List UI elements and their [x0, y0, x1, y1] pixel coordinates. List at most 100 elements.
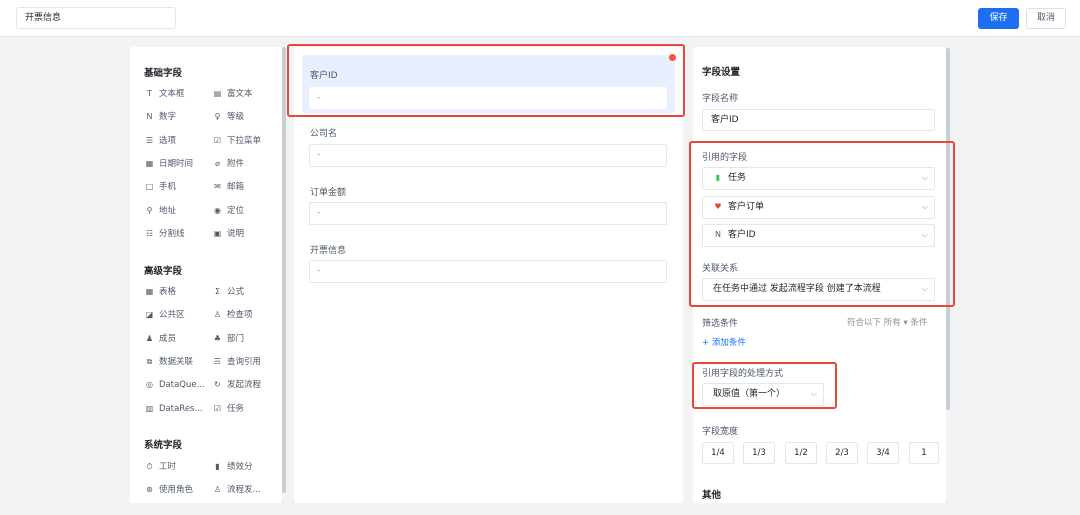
form-title-input[interactable]: 开票信息 [16, 7, 176, 29]
width-label: 字段宽度 [702, 427, 739, 437]
highlight-handling-method [692, 362, 837, 409]
width-option-button[interactable]: 1/3 [743, 442, 775, 464]
location-icon: ◉ [214, 205, 221, 215]
formula-icon: Σ [214, 287, 221, 296]
palette-item[interactable]: ☴ 查询引用 [212, 355, 261, 369]
palette-item[interactable]: ☰ 选项 [144, 134, 176, 148]
palette-item-label: 公共区 [159, 310, 185, 321]
palette-item[interactable]: ⏱ 工时 [144, 460, 176, 474]
palette-item[interactable]: ☑ 任务 [212, 402, 244, 416]
width-option-button[interactable]: 1 [909, 442, 939, 464]
palette-item[interactable]: ⚲ 地址 [144, 204, 176, 218]
highlight-selected-field [287, 44, 685, 117]
palette-item-label: 附件 [227, 158, 245, 169]
palette-item[interactable]: ◉ 定位 [212, 204, 244, 218]
palette-item-label: 等级 [227, 112, 245, 123]
palette-item[interactable]: ▥ DataRes... [144, 402, 203, 416]
cancel-button[interactable]: 取消 [1026, 8, 1066, 29]
width-option-button[interactable]: 1/2 [785, 442, 817, 464]
filter-label: 筛选条件 [702, 319, 739, 329]
palette-item[interactable]: ♟ 成员 [144, 332, 176, 346]
field-input-invoice-info[interactable]: - [309, 260, 667, 283]
calendar-icon: ▦ [145, 158, 154, 168]
palette-item-label: 地址 [159, 205, 177, 216]
left-scrollbar[interactable] [282, 47, 286, 493]
width-option-button[interactable]: 1/4 [702, 442, 734, 464]
palette-item[interactable]: ✉ 邮箱 [212, 180, 244, 194]
palette-item-label: 查询引用 [227, 356, 262, 367]
palette-item-label: 检查项 [227, 310, 253, 321]
flow-starter-icon: ♙ [213, 485, 222, 495]
filter-match-mode[interactable]: 符合以下 所有 ▾ 条件 [847, 316, 927, 328]
palette-item-label: 公式 [227, 287, 245, 297]
palette-item-label: 数据关联 [159, 356, 194, 367]
role-icon: ⊛ [146, 485, 153, 495]
palette-item[interactable]: ▦ 表格 [144, 285, 176, 299]
palette-item[interactable]: Σ 公式 [212, 285, 244, 299]
attachment-icon: ⌀ [215, 158, 220, 168]
palette-item-label: 绩效分 [227, 462, 253, 472]
other-section-title: 其他 [702, 490, 722, 501]
field-input-order-amount[interactable]: - [309, 202, 667, 225]
palette-item-label: 选项 [159, 135, 177, 146]
department-icon: ♣ [213, 333, 222, 343]
palette-item[interactable]: ▮ 绩效分 [212, 460, 253, 474]
task-icon: ☑ [213, 403, 222, 413]
field-label-company: 公司名 [310, 129, 338, 139]
address-icon: ⚲ [146, 205, 153, 215]
field-palette: 基础字段 高级字段 系统字段 T 文本框 ▤ 富文本 N 数字 ♀ 等级 ☰ 选项 ☑ 下拉菜单 ▦ 日期… [130, 47, 282, 503]
palette-item-label: 邮箱 [227, 182, 245, 193]
palette-item-label: 文本框 [159, 89, 185, 99]
palette-item[interactable]: ↻ 发起流程 [212, 378, 261, 392]
palette-item[interactable]: ◎ DataQue... [144, 378, 205, 392]
checklist-icon: ♙ [213, 310, 222, 320]
width-option-button[interactable]: 3/4 [867, 442, 899, 464]
palette-item[interactable]: ♣ 部门 [212, 332, 244, 346]
width-option-button[interactable]: 2/3 [826, 442, 858, 464]
field-name-label: 字段名称 [702, 94, 739, 104]
palette-item-label: 发起流程 [227, 380, 262, 391]
palette-item[interactable]: N 数字 [144, 110, 177, 124]
palette-item[interactable]: ▦ 日期时间 [144, 157, 193, 171]
add-condition-button[interactable]: + 添加条件 [702, 336, 746, 348]
palette-item-label: 下拉菜单 [227, 135, 262, 146]
palette-item-label: 数字 [159, 112, 177, 123]
field-label-order-amount: 订单金额 [310, 188, 347, 198]
dropdown-icon: ☑ [213, 135, 222, 145]
palette-item[interactable]: ♙ 流程发... [212, 483, 261, 497]
palette-item-label: DataRes... [159, 403, 203, 414]
palette-item[interactable]: ♙ 检查项 [212, 308, 253, 322]
palette-item-label: 富文本 [227, 89, 253, 99]
palette-item[interactable]: ♀ 等级 [212, 110, 244, 124]
palette-item-label: 日期时间 [159, 158, 194, 169]
public-area-icon: ◪ [145, 310, 154, 320]
save-button[interactable]: 保存 [978, 8, 1019, 29]
group-title-system: 系统字段 [144, 440, 183, 451]
palette-item[interactable]: ◪ 公共区 [144, 308, 185, 322]
palette-item[interactable]: ☷ 分割线 [144, 227, 185, 241]
dataquery-icon: ◎ [146, 380, 153, 390]
palette-item[interactable]: □ 手机 [144, 180, 176, 194]
palette-item[interactable]: ▤ 富文本 [212, 87, 253, 101]
palette-item[interactable]: ☑ 下拉菜单 [212, 134, 261, 148]
field-name-input[interactable]: 客户ID [702, 109, 935, 131]
divider-icon: ☷ [145, 228, 154, 238]
palette-item-label: DataQue... [159, 380, 205, 391]
palette-item[interactable]: ▣ 说明 [212, 227, 244, 241]
palette-item-label: 使用角色 [159, 485, 194, 496]
palette-item[interactable]: ⌀ 附件 [212, 157, 244, 171]
palette-item-label: 成员 [159, 333, 177, 344]
start-flow-icon: ↻ [214, 380, 221, 390]
palette-item[interactable]: ⊛ 使用角色 [144, 483, 193, 497]
settings-title: 字段设置 [702, 67, 741, 78]
palette-item-label: 工时 [159, 462, 177, 472]
field-label-invoice-info: 开票信息 [310, 246, 347, 256]
group-title-basic: 基础字段 [144, 68, 183, 79]
options-icon: ☰ [145, 135, 154, 145]
field-input-company[interactable]: - [309, 144, 667, 167]
palette-item[interactable]: T 文本框 [144, 87, 185, 101]
palette-item-label: 部门 [227, 333, 245, 344]
description-icon: ▣ [213, 228, 222, 238]
palette-item[interactable]: ⧉ 数据关联 [144, 355, 193, 369]
palette-item-label: 任务 [227, 403, 245, 414]
